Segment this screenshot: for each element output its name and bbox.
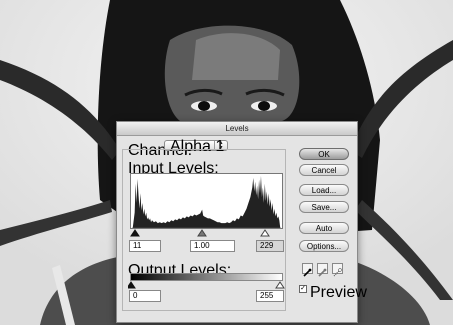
load-button[interactable]: Load... [299, 184, 349, 196]
gray-eyedropper-icon[interactable] [317, 263, 328, 277]
input-gamma-slider[interactable] [197, 229, 207, 237]
save-button[interactable]: Save... [299, 201, 349, 213]
input-black-field[interactable]: 11 [129, 240, 161, 252]
cancel-button[interactable]: Cancel [299, 164, 349, 176]
input-slider-track[interactable] [128, 229, 285, 237]
preview-checkbox[interactable]: ✓ [299, 285, 307, 293]
output-black-slider[interactable] [128, 281, 136, 289]
histogram [130, 173, 283, 229]
preview-label: Preview [310, 284, 367, 301]
input-white-field[interactable]: 229 [256, 240, 284, 252]
output-white-slider[interactable] [275, 281, 285, 289]
black-eyedropper-icon[interactable] [302, 263, 313, 277]
input-white-slider[interactable] [260, 229, 270, 237]
dialog-title: Levels [117, 122, 357, 136]
input-gamma-field[interactable]: 1.00 [190, 240, 235, 252]
histogram-bars [132, 175, 281, 228]
output-gradient-bar [130, 273, 283, 281]
output-white-field[interactable]: 255 [256, 290, 284, 302]
checkmark-icon: ✓ [300, 285, 306, 292]
auto-button[interactable]: Auto [299, 222, 349, 234]
input-black-slider[interactable] [130, 229, 140, 237]
output-slider-track[interactable] [128, 281, 285, 289]
output-black-field[interactable]: 0 [129, 290, 161, 302]
options-button[interactable]: Options... [299, 240, 349, 252]
white-eyedropper-icon[interactable] [332, 263, 343, 277]
ok-button[interactable]: OK [299, 148, 349, 160]
